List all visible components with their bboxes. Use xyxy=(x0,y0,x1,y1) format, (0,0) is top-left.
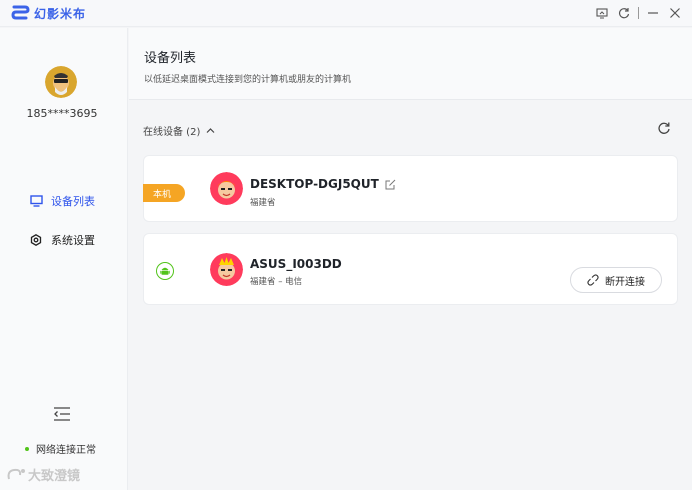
sidebar-item-label: 系统设置 xyxy=(51,234,95,247)
disconnect-label: 断开连接 xyxy=(605,276,645,288)
device-name: ASUS_I003DD xyxy=(250,257,342,271)
title-bar: 幻影米布 xyxy=(0,0,692,27)
device-name: DESKTOP-DGJ5QUT xyxy=(250,177,396,191)
close-icon[interactable] xyxy=(664,3,686,23)
page-header: 设备列表 以低延迟桌面模式连接到您的计算机或朋友的计算机 xyxy=(129,28,692,100)
online-devices-toggle[interactable]: 在线设备 (2) xyxy=(143,123,215,138)
android-icon xyxy=(156,262,174,280)
device-location: 福建省 xyxy=(250,198,276,208)
minimize-icon[interactable] xyxy=(642,3,664,23)
window-controls xyxy=(591,3,686,23)
status-dot xyxy=(25,446,29,451)
sidebar-item-settings[interactable]: 系统设置 xyxy=(29,232,95,248)
refresh-icon[interactable] xyxy=(613,3,635,23)
monitor-icon xyxy=(29,194,43,208)
logo-icon xyxy=(11,5,30,20)
device-name-text: ASUS_I003DD xyxy=(250,257,342,271)
screen-icon[interactable] xyxy=(591,3,613,23)
page-title: 设备列表 xyxy=(144,51,197,66)
divider xyxy=(638,7,639,19)
network-status-text: 网络连接正常 xyxy=(36,445,96,456)
device-name-text: DESKTOP-DGJ5QUT xyxy=(250,177,379,191)
device-avatar xyxy=(210,253,243,286)
local-device-badge: 本机 xyxy=(143,184,185,202)
watermark: 大致澄镜 xyxy=(6,465,80,484)
device-location: 福建省 – 电信 xyxy=(250,277,303,287)
sidebar-item-devices[interactable]: 设备列表 xyxy=(29,193,95,209)
refresh-devices-icon[interactable] xyxy=(657,120,671,134)
main-content: 设备列表 以低延迟桌面模式连接到您的计算机或朋友的计算机 在线设备 (2) 本机… xyxy=(129,28,692,490)
chevron-up-icon xyxy=(206,128,215,133)
disconnect-button[interactable]: 断开连接 xyxy=(570,267,662,293)
sidebar-item-label: 设备列表 xyxy=(51,195,95,208)
watermark-logo-icon xyxy=(7,468,25,479)
app-name: 幻影米布 xyxy=(34,6,87,21)
collapse-sidebar-icon[interactable] xyxy=(53,406,71,422)
edit-icon[interactable] xyxy=(385,179,396,190)
page-subtitle: 以低延迟桌面模式连接到您的计算机或朋友的计算机 xyxy=(144,75,352,85)
sidebar: 185****3695 设备列表 系统设置 网络连接正常 大致澄镜 xyxy=(0,28,128,490)
gear-icon xyxy=(29,233,43,247)
network-status: 网络连接正常 xyxy=(25,441,96,456)
unlink-icon xyxy=(587,274,599,286)
watermark-text: 大致澄镜 xyxy=(28,469,81,484)
app-logo: 幻影米布 xyxy=(10,4,86,22)
device-card[interactable]: 本机 DESKTOP-DGJ5QUT 福建省 xyxy=(143,155,678,222)
device-avatar xyxy=(210,172,243,205)
device-card[interactable]: ASUS_I003DD 福建省 – 电信 断开连接 xyxy=(143,233,678,305)
user-phone: 185****3695 xyxy=(26,107,98,120)
avatar[interactable] xyxy=(45,66,77,98)
section-label: 在线设备 (2) xyxy=(143,127,201,138)
